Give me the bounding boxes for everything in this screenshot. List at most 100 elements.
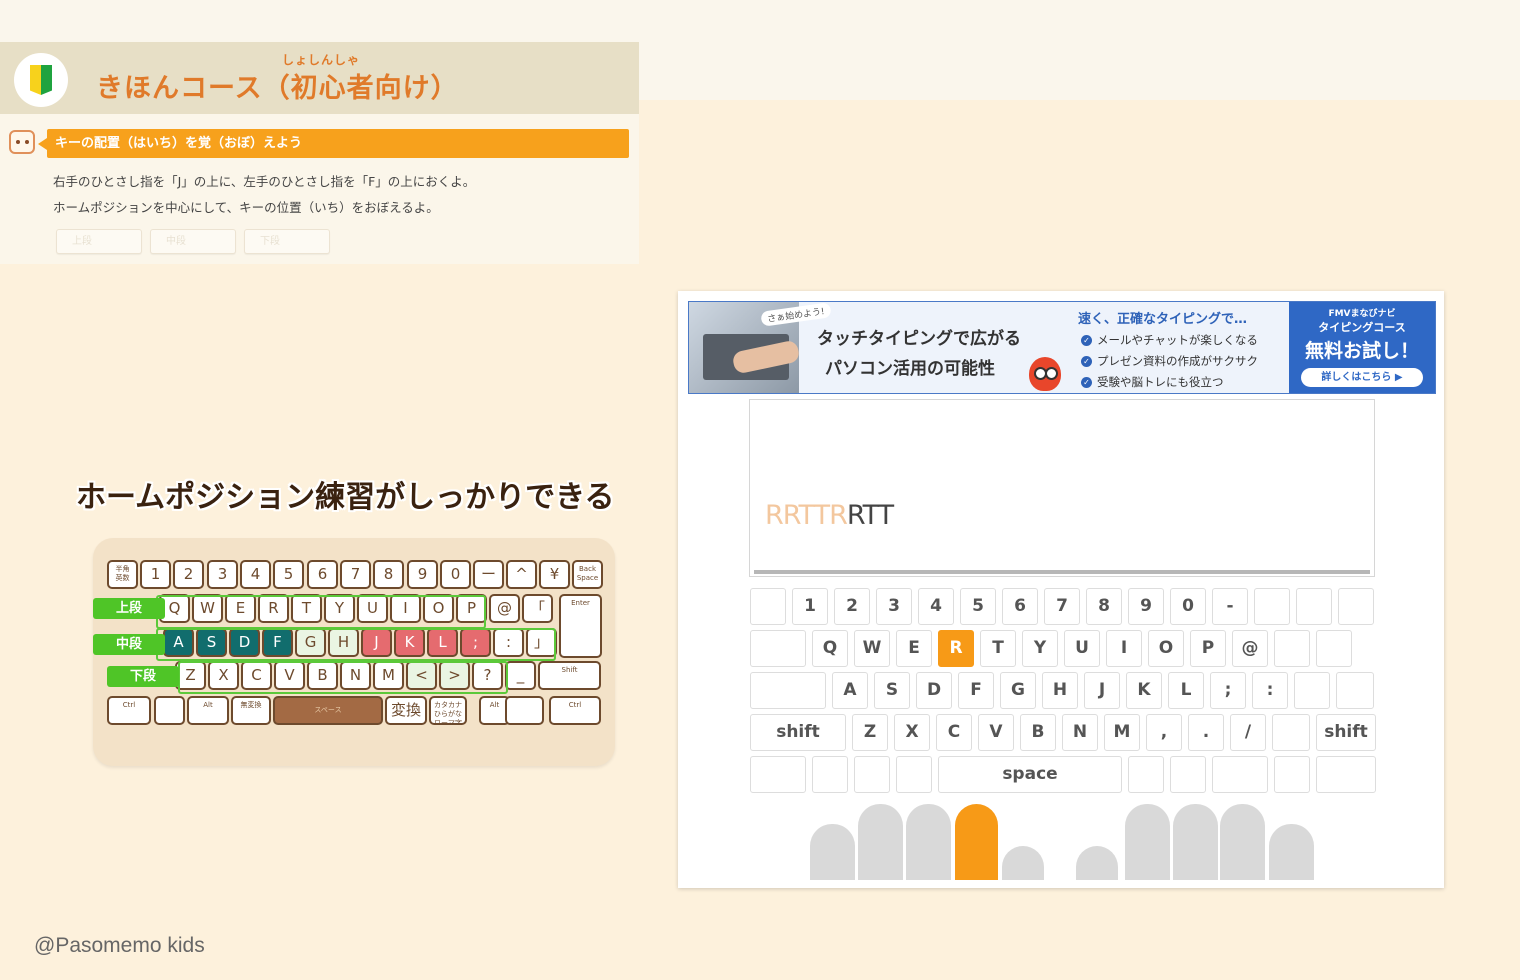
virtual-key[interactable] [1294,672,1330,709]
virtual-key[interactable]: I [1106,630,1142,667]
virtual-key[interactable] [1338,588,1374,625]
typing-area[interactable]: RRTTRRTT [749,399,1375,577]
virtual-key[interactable]: Z [852,714,888,751]
virtual-key[interactable]: / [1230,714,1266,751]
ad-banner[interactable]: さぁ始めよう! タッチタイピングで広がる パソコン活用の可能性 速く、正確なタイ… [688,301,1436,394]
virtual-key[interactable] [1274,630,1310,667]
virtual-key[interactable]: K [1126,672,1162,709]
virtual-key[interactable]: U [1064,630,1100,667]
virtual-key[interactable]: V [978,714,1014,751]
virtual-key[interactable] [750,588,786,625]
virtual-key[interactable]: Q [812,630,848,667]
virtual-key[interactable]: X [894,714,930,751]
virtual-key[interactable]: H [1042,672,1078,709]
virtual-key[interactable] [896,756,932,793]
beginner-mark-icon [14,53,68,107]
virtual-key[interactable] [1316,756,1376,793]
virtual-key[interactable] [750,630,806,667]
instruction-line-2: ホームポジションを中心にして、キーの位置（いち）をおぼえるよ。 [53,200,439,215]
virtual-key[interactable]: 6 [1002,588,1038,625]
row-label-upper: 上段 [93,598,165,619]
virtual-key[interactable] [1316,630,1352,667]
mascot-icon [5,128,39,158]
virtual-key[interactable]: J [1084,672,1120,709]
virtual-key[interactable]: Y [1022,630,1058,667]
ad-offer: 無料お試し！ [1304,340,1419,362]
virtual-key[interactable]: W [854,630,890,667]
virtual-key[interactable] [750,756,806,793]
tab-middle-row[interactable]: 中段 [150,229,236,254]
virtual-key[interactable]: M [1104,714,1140,751]
virtual-key[interactable]: R [938,630,974,667]
virtual-key[interactable]: shift [1316,714,1376,751]
virtual-key[interactable] [1170,756,1206,793]
virtual-key[interactable]: O [1148,630,1184,667]
virtual-key[interactable]: - [1212,588,1248,625]
virtual-key[interactable]: C [936,714,972,751]
virtual-key[interactable]: 5 [960,588,996,625]
illustration-key: ^ [506,560,537,589]
virtual-key[interactable]: B [1020,714,1056,751]
virtual-key[interactable]: 1 [792,588,828,625]
virtual-key[interactable]: F [958,672,994,709]
illustration-key [505,696,544,725]
virtual-key[interactable]: P [1190,630,1226,667]
virtual-key[interactable] [1296,588,1332,625]
virtual-key[interactable]: : [1252,672,1288,709]
upper-row-frame [156,595,486,629]
virtual-key[interactable]: . [1188,714,1224,751]
illustration-key: カタカナ ひらがな ローマ字 [429,696,467,725]
keyboard-illustration: 半角 英数 1 2 3 4 5 6 7 8 9 0 ー ^ ¥ Back Space Q W E R T Y U I O P @ 「… [93,538,615,766]
virtual-key[interactable] [812,756,848,793]
instruction-line-1: 右手のひとさし指を「J」の上に、左手のひとさし指を「F」の上におくよ。 [53,174,476,189]
illustration-key: 4 [240,560,271,589]
virtual-key[interactable] [1274,756,1310,793]
virtual-key[interactable] [750,672,826,709]
virtual-key[interactable]: G [1000,672,1036,709]
ad-brand-2: タイピングコース [1318,321,1406,334]
middle-row-frame [156,628,556,661]
virtual-key[interactable]: 9 [1128,588,1164,625]
virtual-key[interactable] [1254,588,1290,625]
virtual-key[interactable]: 2 [834,588,870,625]
illustration-key: Ctrl [549,696,601,725]
virtual-key[interactable]: T [980,630,1016,667]
virtual-key[interactable]: L [1168,672,1204,709]
virtual-key[interactable]: @ [1232,630,1268,667]
virtual-key[interactable]: 8 [1086,588,1122,625]
virtual-key[interactable]: shift [750,714,846,751]
ad-details-button[interactable]: 詳しくはこちら ▶ [1301,368,1423,387]
ad-bullet-3: ✓ 受験や脳トレにも役立つ [1081,374,1224,390]
illustration-key [154,696,185,725]
virtual-key[interactable]: 4 [918,588,954,625]
tab-lower-row[interactable]: 下段 [244,229,330,254]
virtual-key[interactable]: ; [1210,672,1246,709]
virtual-key[interactable]: 3 [876,588,912,625]
illustration-key: 2 [173,560,204,589]
virtual-key[interactable]: 0 [1170,588,1206,625]
virtual-key[interactable]: E [896,630,932,667]
virtual-key[interactable] [1128,756,1164,793]
virtual-key[interactable] [854,756,890,793]
virtual-key[interactable]: 7 [1044,588,1080,625]
owl-mascot-icon [1029,357,1061,391]
course-panel: しょしんしゃ きほんコース（初心者向け） キーの配置（はいち）を覚（おぼ）えよう… [0,42,639,264]
virtual-key[interactable]: S [874,672,910,709]
virtual-key[interactable]: space [938,756,1122,793]
ad-offer-panel[interactable]: FMVまなびナビ タイピングコース 無料お試し！ 詳しくはこちら ▶ [1289,302,1435,393]
ad-headline-2: パソコン活用の可能性 [825,359,995,379]
virtual-key[interactable] [1272,714,1310,751]
course-title: きほんコース（初心者向け） [96,73,459,104]
virtual-key[interactable]: , [1146,714,1182,751]
tab-upper-row[interactable]: 上段 [56,229,142,254]
remaining-text: RTT [846,500,894,531]
virtual-key[interactable]: D [916,672,952,709]
illustration-key: _ [505,661,536,690]
finger-9 [1220,804,1265,880]
virtual-key[interactable] [1336,672,1374,709]
virtual-key[interactable]: N [1062,714,1098,751]
illustration-key: 「 [522,594,553,623]
virtual-key[interactable] [1212,756,1268,793]
ad-headline-1: タッチタイピングで広がる [817,329,1021,349]
virtual-key[interactable]: A [832,672,868,709]
